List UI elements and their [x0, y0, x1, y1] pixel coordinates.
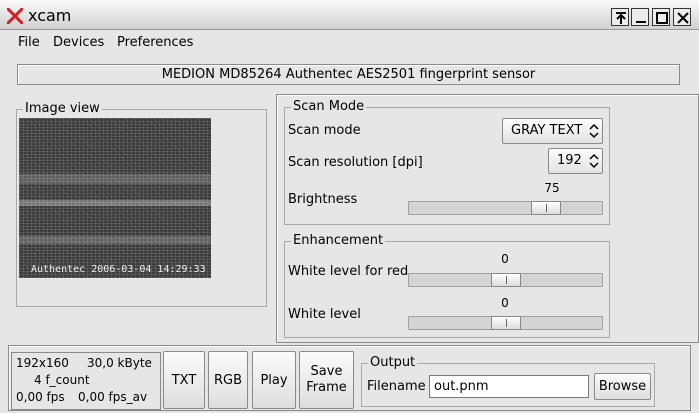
play-button[interactable]: Play — [252, 351, 296, 409]
image-timestamp-caption: Authentec 2006-03-04 14:29:33 — [31, 264, 206, 275]
enhancement-group-title: Enhancement — [291, 233, 386, 249]
menu-preferences[interactable]: Preferences — [117, 35, 193, 50]
image-band — [19, 200, 211, 206]
output-group-title: Output — [368, 355, 418, 371]
brightness-slider-handle[interactable] — [531, 201, 561, 215]
stat-frame-count: 4 f_count — [34, 373, 90, 387]
image-band — [19, 236, 211, 244]
white-level-slider[interactable] — [408, 316, 603, 330]
stat-fps: 0,00 fps — [16, 390, 65, 404]
browse-button[interactable]: Browse — [594, 373, 651, 400]
scan-resolution-select[interactable]: 192 — [548, 148, 603, 174]
image-view-title: Image view — [23, 101, 102, 117]
stats-panel: 192x160 30,0 kByte 4 f_count 0,00 fps 0,… — [11, 352, 161, 410]
white-level-value: 0 — [501, 296, 509, 310]
maximize-icon[interactable] — [652, 8, 670, 26]
txt-button[interactable]: TXT — [163, 351, 205, 409]
filename-label: Filename — [367, 379, 426, 394]
spin-arrows-icon — [589, 153, 599, 169]
scan-resolution-value: 192 — [557, 153, 582, 168]
filename-input[interactable] — [429, 375, 589, 398]
white-level-label: White level — [288, 307, 361, 322]
brightness-value: 75 — [544, 181, 560, 195]
image-band — [19, 174, 211, 184]
menu-devices[interactable]: Devices — [53, 35, 104, 50]
device-name-label: MEDION MD85264 Authentec AES2501 fingerp… — [17, 64, 680, 85]
fingerprint-image: Authentec 2006-03-04 14:29:33 — [19, 118, 211, 278]
scan-resolution-label: Scan resolution [dpi] — [288, 155, 423, 170]
brightness-label: Brightness — [288, 192, 358, 207]
save-frame-line1: Save — [310, 364, 343, 379]
spin-arrows-icon — [589, 123, 599, 139]
white-level-red-label: White level for red — [288, 264, 409, 279]
window-title: xcam — [28, 6, 72, 25]
white-level-red-slider[interactable] — [408, 273, 603, 287]
minimize-icon[interactable] — [631, 8, 649, 26]
scan-mode-select[interactable]: GRAY TEXT — [502, 118, 603, 144]
stat-fps-average: 0,00 fps_av — [78, 390, 148, 404]
close-icon[interactable] — [673, 8, 691, 26]
save-frame-button[interactable]: Save Frame — [299, 351, 354, 409]
white-level-slider-handle[interactable] — [491, 316, 521, 330]
save-frame-line2: Frame — [306, 380, 347, 395]
scan-mode-group-title: Scan Mode — [291, 99, 367, 115]
scan-mode-value: GRAY TEXT — [511, 123, 583, 138]
rgb-button[interactable]: RGB — [208, 351, 248, 409]
pin-icon[interactable] — [611, 8, 629, 26]
stat-kbyte: 30,0 kByte — [87, 356, 152, 370]
xcam-app-icon — [7, 8, 23, 24]
xcam-window: xcam File Devices Preferences MEDION MD8… — [0, 0, 699, 413]
scan-mode-label: Scan mode — [288, 123, 361, 138]
menu-bar: File Devices Preferences — [0, 31, 699, 55]
title-bar[interactable]: xcam — [0, 0, 699, 30]
menu-file[interactable]: File — [18, 35, 40, 50]
white-level-red-value: 0 — [501, 252, 509, 266]
white-level-red-slider-handle[interactable] — [491, 273, 521, 287]
stat-frame-size: 192x160 — [16, 356, 69, 370]
image-view-group: Image view Authentec 2006-03-04 14:29:33 — [16, 101, 267, 307]
brightness-slider[interactable] — [408, 201, 603, 215]
